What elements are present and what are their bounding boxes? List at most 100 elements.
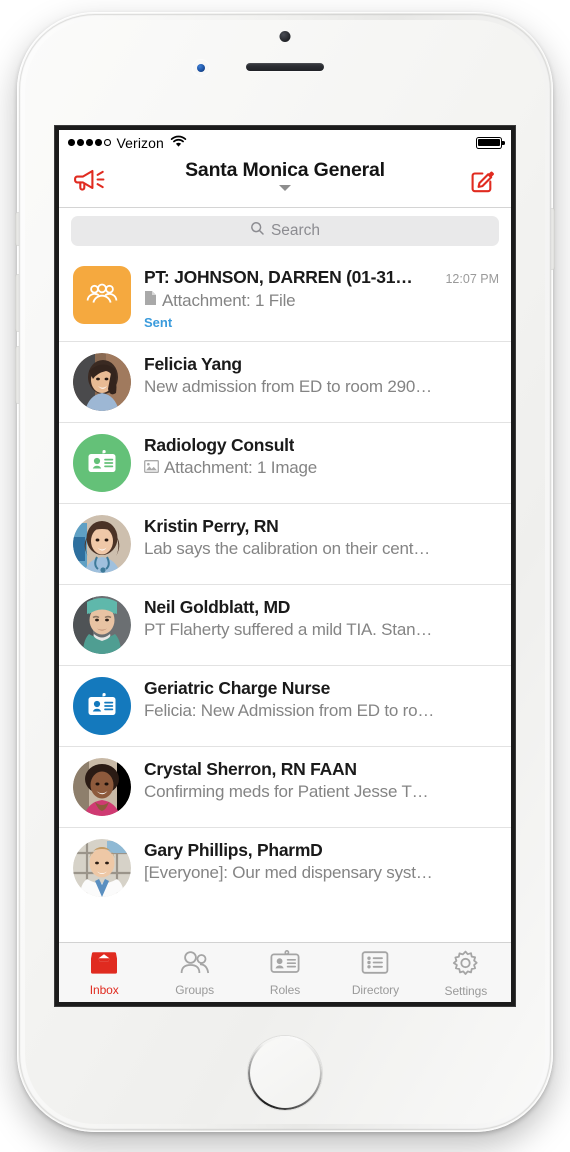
message-preview-text: Attachment: 1 File bbox=[162, 290, 296, 310]
inbox-icon bbox=[89, 950, 119, 980]
list-item-body: Felicia Yang New admission from ED to ro… bbox=[144, 353, 499, 411]
list-item-body: Kristin Perry, RN Lab says the calibrati… bbox=[144, 515, 499, 573]
list-item[interactable]: PT: JOHNSON, DARREN (01-31… 12:07 PM Att… bbox=[59, 255, 511, 342]
avatar-photo-crystal bbox=[73, 758, 131, 816]
message-preview: Attachment: 1 Image bbox=[144, 458, 499, 478]
search-icon bbox=[250, 221, 265, 241]
list-item[interactable]: Geriatric Charge Nurse Felicia: New Admi… bbox=[59, 666, 511, 747]
avatar bbox=[73, 758, 131, 816]
chevron-down-icon[interactable] bbox=[279, 185, 291, 191]
list-item-body: Neil Goldblatt, MD PT Flaherty suffered … bbox=[144, 596, 499, 654]
signal-dot bbox=[68, 139, 75, 146]
search-input[interactable]: Search bbox=[71, 216, 499, 246]
avatar-photo-gary bbox=[73, 839, 131, 897]
list-item-header: Felicia Yang bbox=[144, 354, 499, 375]
list-item[interactable]: Felicia Yang New admission from ED to ro… bbox=[59, 342, 511, 423]
tab-groups[interactable]: Groups bbox=[149, 948, 239, 997]
message-preview-text: Felicia: New Admission from ED to ro… bbox=[144, 701, 435, 720]
front-camera bbox=[193, 60, 209, 76]
proximity-sensor bbox=[279, 31, 291, 42]
list-item[interactable]: Gary Phillips, PharmD [Everyone]: Our me… bbox=[59, 828, 511, 908]
signal-dot bbox=[95, 139, 102, 146]
status-bar: Verizon bbox=[59, 130, 511, 155]
phone-screen: Verizon Santa Monica General Search PT: … bbox=[59, 130, 511, 1002]
list-item-header: Neil Goldblatt, MD bbox=[144, 597, 499, 618]
list-item-body: Crystal Sherron, RN FAAN Confirming meds… bbox=[144, 758, 499, 816]
sender-name: Crystal Sherron, RN FAAN bbox=[144, 759, 357, 779]
message-preview: Lab says the calibration on their cent… bbox=[144, 539, 499, 559]
file-attachment-icon bbox=[144, 290, 157, 311]
id-badge-icon bbox=[73, 434, 131, 492]
compose-icon[interactable] bbox=[469, 167, 497, 195]
list-item-body: Radiology Consult Attachment: 1 Image bbox=[144, 434, 499, 492]
avatar-photo-neil bbox=[73, 596, 131, 654]
avatar bbox=[73, 434, 131, 492]
tab-settings[interactable]: Settings bbox=[421, 948, 511, 998]
battery-full-icon bbox=[476, 136, 505, 149]
list-item-body: PT: JOHNSON, DARREN (01-31… 12:07 PM Att… bbox=[144, 266, 499, 330]
list-item-header: Kristin Perry, RN bbox=[144, 516, 499, 537]
list-item[interactable]: Radiology Consult Attachment: 1 Image bbox=[59, 423, 511, 504]
wifi-icon bbox=[170, 135, 187, 151]
status-bar-right bbox=[476, 136, 505, 149]
avatar bbox=[73, 596, 131, 654]
tab-directory[interactable]: Directory bbox=[330, 948, 420, 997]
list-item-header: PT: JOHNSON, DARREN (01-31… 12:07 PM bbox=[144, 267, 499, 288]
tab-label: Inbox bbox=[89, 983, 119, 997]
silent-switch[interactable] bbox=[15, 212, 19, 246]
avatar bbox=[73, 266, 131, 324]
message-preview-text: New admission from ED to room 290… bbox=[144, 377, 432, 396]
groups-icon bbox=[179, 950, 211, 980]
directory-icon bbox=[361, 950, 389, 980]
settings-icon bbox=[452, 950, 479, 981]
list-item-body: Geriatric Charge Nurse Felicia: New Admi… bbox=[144, 677, 499, 735]
search-placeholder: Search bbox=[270, 222, 321, 239]
message-preview: [Everyone]: Our med dispensary syst… bbox=[144, 863, 499, 883]
tab-roles[interactable]: Roles bbox=[240, 948, 330, 997]
status-badge: Sent bbox=[144, 315, 173, 330]
list-item[interactable]: Kristin Perry, RN Lab says the calibrati… bbox=[59, 504, 511, 585]
message-preview-text: Attachment: 1 Image bbox=[164, 458, 318, 477]
timestamp: 12:07 PM bbox=[445, 272, 499, 286]
avatar bbox=[73, 677, 131, 735]
page-title: Santa Monica General bbox=[185, 159, 385, 181]
tab-label: Settings bbox=[444, 983, 488, 998]
sender-name: PT: JOHNSON, DARREN (01-31… bbox=[144, 267, 413, 287]
list-item-header: Geriatric Charge Nurse bbox=[144, 678, 499, 699]
volume-down-button[interactable] bbox=[15, 346, 19, 404]
volume-up-button[interactable] bbox=[15, 274, 19, 332]
avatar-photo-kristin bbox=[73, 515, 131, 573]
sender-name: Felicia Yang bbox=[144, 354, 242, 374]
tab-label: Roles bbox=[269, 983, 301, 997]
list-item-header: Crystal Sherron, RN FAAN bbox=[144, 759, 499, 780]
message-preview: Attachment: 1 File bbox=[144, 290, 499, 311]
sender-name: Neil Goldblatt, MD bbox=[144, 597, 291, 617]
status-bar-left: Verizon bbox=[68, 135, 187, 151]
nav-title-block: Santa Monica General bbox=[59, 159, 511, 191]
avatar bbox=[73, 353, 131, 411]
home-button[interactable] bbox=[248, 1036, 322, 1110]
signal-strength-icon bbox=[68, 139, 111, 146]
message-preview-text: [Everyone]: Our med dispensary syst… bbox=[144, 863, 433, 882]
sender-name: Geriatric Charge Nurse bbox=[144, 678, 331, 698]
avatar bbox=[73, 515, 131, 573]
tab-bar: Inbox Groups Roles Directory Settings bbox=[59, 942, 511, 1002]
roles-icon bbox=[269, 950, 301, 980]
tab-label: Groups bbox=[175, 983, 214, 997]
navigation-bar: Santa Monica General bbox=[59, 155, 511, 208]
message-preview: New admission from ED to room 290… bbox=[144, 377, 499, 397]
sender-name: Radiology Consult bbox=[144, 435, 295, 455]
message-list: PT: JOHNSON, DARREN (01-31… 12:07 PM Att… bbox=[59, 255, 511, 908]
earpiece-speaker bbox=[246, 63, 324, 71]
list-item-body: Gary Phillips, PharmD [Everyone]: Our me… bbox=[144, 839, 499, 897]
list-item[interactable]: Crystal Sherron, RN FAAN Confirming meds… bbox=[59, 747, 511, 828]
search-bar-container: Search bbox=[59, 208, 511, 255]
list-item-header: Gary Phillips, PharmD bbox=[144, 840, 499, 861]
avatar bbox=[73, 839, 131, 897]
tab-inbox[interactable]: Inbox bbox=[59, 948, 149, 997]
signal-dot bbox=[77, 139, 84, 146]
message-preview-text: PT Flaherty suffered a mild TIA. Stan… bbox=[144, 620, 433, 639]
power-button[interactable] bbox=[551, 208, 555, 270]
list-item[interactable]: Neil Goldblatt, MD PT Flaherty suffered … bbox=[59, 585, 511, 666]
megaphone-icon[interactable] bbox=[73, 167, 107, 195]
